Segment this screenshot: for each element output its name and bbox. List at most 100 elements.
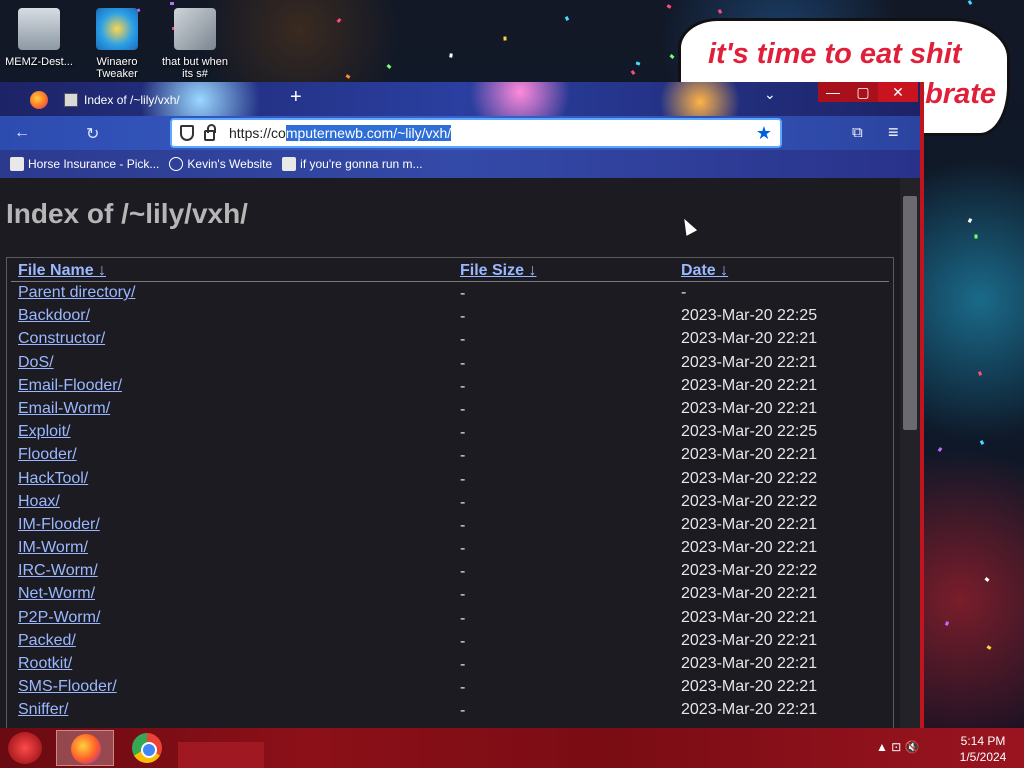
- table-row: Net-Worm/ - 2023-Mar-20 22:21: [11, 583, 889, 606]
- file-date: 2023-Mar-20 22:21: [681, 701, 818, 719]
- minimize-button[interactable]: —: [818, 82, 848, 102]
- desktop-icon-shortcut[interactable]: that but when its s#: [158, 4, 232, 80]
- vertical-scrollbar[interactable]: [900, 178, 920, 728]
- file-date: 2023-Mar-20 22:22: [681, 562, 818, 580]
- table-row: Parent directory/ - -: [11, 282, 889, 305]
- tab-strip: Index of /~lily/vxh/ + ⌄ — ▢ ✕: [0, 82, 920, 116]
- file-link[interactable]: IRC-Worm/: [18, 562, 98, 580]
- confetti-piece: [669, 54, 675, 59]
- bookmark-item[interactable]: Kevin's Website: [169, 157, 272, 171]
- bookmark-label: if you're gonna run m...: [300, 157, 423, 171]
- file-size: -: [460, 400, 466, 418]
- table-row: Flooder/ - 2023-Mar-20 22:21: [11, 444, 889, 467]
- firefox-view-icon[interactable]: [30, 91, 48, 109]
- close-button[interactable]: ✕: [878, 82, 918, 102]
- file-link[interactable]: Email-Flooder/: [18, 377, 122, 395]
- file-link[interactable]: Hoax/: [18, 493, 60, 511]
- new-tab-button[interactable]: +: [290, 86, 302, 109]
- file-size: -: [460, 586, 466, 604]
- file-size: -: [460, 656, 466, 673]
- desktop-icon-winaero[interactable]: Winaero Tweaker: [80, 4, 154, 80]
- table-row: SMS-Flooder/ - 2023-Mar-20 22:21: [11, 676, 889, 699]
- taskbar-firefox[interactable]: [56, 730, 114, 766]
- navigation-toolbar: ← ↻ https://co mputernewb.com/~lily/vxh/ …: [0, 116, 920, 150]
- confetti-piece: [937, 447, 943, 452]
- page-content: Index of /~lily/vxh/ File Name ↓ File Si…: [0, 178, 900, 728]
- file-link[interactable]: Sniffer/: [18, 701, 68, 719]
- file-size: -: [460, 609, 466, 627]
- taskbar-chrome[interactable]: [118, 730, 176, 766]
- file-date: 2023-Mar-20 22:25: [681, 307, 818, 325]
- file-link[interactable]: HackTool/: [18, 470, 88, 488]
- file-link[interactable]: IM-Worm/: [18, 539, 88, 557]
- table-row: IM-Flooder/ - 2023-Mar-20 22:21: [11, 514, 889, 537]
- list-all-tabs-button[interactable]: ⌄: [764, 86, 776, 103]
- file-date: 2023-Mar-20 22:21: [681, 631, 818, 649]
- file-size: -: [460, 516, 466, 534]
- bookmark-favicon-icon: [282, 157, 297, 171]
- column-header-name[interactable]: File Name ↓: [18, 262, 106, 280]
- confetti-piece: [967, 0, 973, 5]
- taskbar-clock[interactable]: 5:14 PM 1/5/2024: [948, 733, 1018, 765]
- table-body: Parent directory/ - - Backdoor/ - 2023-Mar-20…: [7, 282, 893, 723]
- file-link[interactable]: Flooder/: [18, 446, 77, 464]
- file-date: 2023-Mar-20 22:21: [681, 330, 818, 348]
- table-row: Email-Worm/ - 2023-Mar-20 22:21: [11, 398, 889, 421]
- table-row: HackTool/ - 2023-Mar-20 22:22: [11, 468, 889, 491]
- confetti-piece: [979, 440, 985, 445]
- winaero-tweaker-icon: [96, 8, 138, 50]
- file-link[interactable]: Rootkit/: [18, 655, 72, 673]
- table-row: Constructor/ - 2023-Mar-20 22:21: [11, 328, 889, 351]
- tab-active[interactable]: Index of /~lily/vxh/: [56, 86, 276, 114]
- file-link[interactable]: P2P-Worm/: [18, 609, 100, 627]
- lock-icon[interactable]: [204, 123, 216, 141]
- file-link[interactable]: Parent directory/: [18, 284, 135, 302]
- file-link[interactable]: Backdoor/: [18, 307, 90, 325]
- bookmark-item[interactable]: if you're gonna run m...: [282, 157, 423, 171]
- confetti-piece: [336, 18, 342, 23]
- table-row: DoS/ - 2023-Mar-20 22:21: [11, 352, 889, 375]
- confetti-piece: [386, 64, 392, 69]
- file-size: -: [460, 308, 466, 326]
- start-button[interactable]: [8, 732, 42, 764]
- file-link[interactable]: IM-Flooder/: [18, 516, 100, 534]
- table-header: File Name ↓ File Size ↓ Date ↓: [11, 258, 889, 282]
- file-link[interactable]: Packed/: [18, 632, 76, 650]
- file-link[interactable]: DoS/: [18, 354, 54, 372]
- file-link[interactable]: Constructor/: [18, 330, 105, 348]
- tracking-shield-icon[interactable]: [180, 125, 194, 141]
- tab-title: Index of /~lily/vxh/: [84, 93, 180, 107]
- firefox-icon: [71, 734, 101, 764]
- confetti-piece: [449, 53, 453, 58]
- confetti-piece: [984, 577, 990, 582]
- scrollbar-thumb[interactable]: [903, 196, 917, 430]
- tab-favicon-icon: [64, 93, 78, 107]
- file-link[interactable]: Email-Worm/: [18, 400, 110, 418]
- file-link[interactable]: Exploit/: [18, 423, 70, 441]
- confetti-piece: [944, 621, 950, 626]
- hamburger-menu-icon[interactable]: ≡: [888, 122, 899, 143]
- file-link[interactable]: SMS-Flooder/: [18, 678, 117, 696]
- column-header-date[interactable]: Date ↓: [681, 262, 728, 280]
- file-listing-table: File Name ↓ File Size ↓ Date ↓ Parent di…: [6, 257, 894, 728]
- file-date: 2023-Mar-20 22:21: [681, 446, 818, 464]
- recycle-bin-icon: [18, 8, 60, 50]
- confetti-piece: [717, 9, 723, 14]
- extensions-icon[interactable]: ⧉: [852, 124, 863, 141]
- bookmark-star-icon[interactable]: ★: [756, 123, 772, 144]
- table-row: IRC-Worm/ - 2023-Mar-20 22:22: [11, 560, 889, 583]
- system-tray[interactable]: ▲ ⊡ 🔇: [876, 740, 920, 754]
- bookmark-item[interactable]: Horse Insurance - Pick...: [10, 157, 159, 171]
- back-arrow-icon[interactable]: ←: [14, 124, 30, 142]
- file-date: 2023-Mar-20 22:22: [681, 492, 818, 510]
- confetti-piece: [967, 218, 973, 223]
- reload-icon[interactable]: ↻: [86, 124, 99, 144]
- maximize-button[interactable]: ▢: [848, 82, 878, 102]
- confetti-piece: [666, 4, 672, 9]
- file-size: -: [460, 285, 466, 302]
- column-header-size[interactable]: File Size ↓: [460, 262, 536, 280]
- url-bar[interactable]: https://co mputernewb.com/~lily/vxh/ ★: [170, 118, 782, 148]
- table-row: P2P-Worm/ - 2023-Mar-20 22:21: [11, 607, 889, 630]
- desktop-icon-memz[interactable]: MEMZ-Dest...: [2, 4, 76, 68]
- file-link[interactable]: Net-Worm/: [18, 585, 95, 603]
